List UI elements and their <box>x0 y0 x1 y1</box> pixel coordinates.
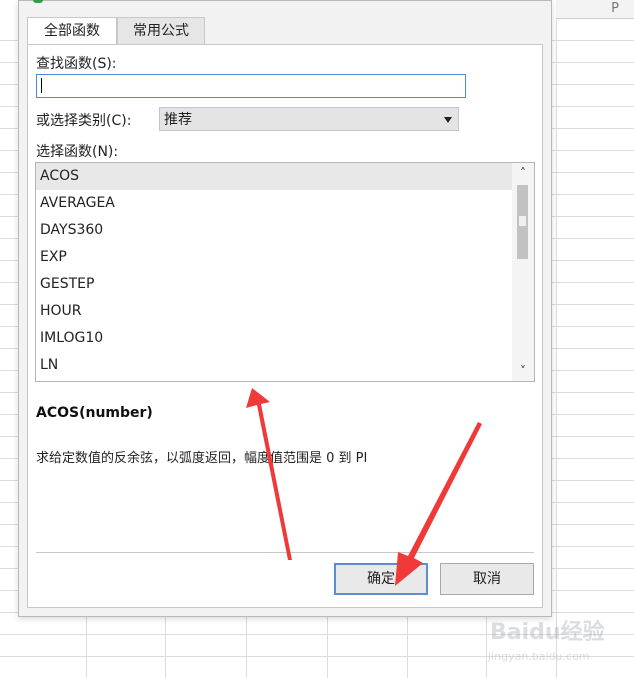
function-panel: 查找函数(S): 或选择类别(C): 推荐 选择函数(N): ACOS AVER… <box>27 44 543 608</box>
function-item-hour[interactable]: HOUR <box>36 298 512 325</box>
cancel-button[interactable]: 取消 <box>440 563 534 595</box>
tab-all-functions[interactable]: 全部函数 <box>27 17 117 46</box>
function-list-label: 选择函数(N): <box>36 144 119 160</box>
app-icon <box>33 0 43 3</box>
search-label: 查找函数(S): <box>36 56 117 72</box>
function-item-imlog10[interactable]: IMLOG10 <box>36 325 512 352</box>
function-item-gestep[interactable]: GESTEP <box>36 271 512 298</box>
category-select[interactable]: 推荐 <box>159 107 459 131</box>
tab-common-formulas[interactable]: 常用公式 <box>117 17 205 45</box>
function-item-averagea[interactable]: AVERAGEA <box>36 190 512 217</box>
column-letter: P <box>611 1 619 16</box>
function-item-acos[interactable]: ACOS <box>36 163 512 190</box>
scroll-thumb[interactable] <box>517 185 528 259</box>
dropdown-arrow-icon[interactable] <box>444 117 452 123</box>
watermark-url: jingyan.baidu.com <box>488 650 590 663</box>
function-signature: ACOS(number) <box>36 405 153 421</box>
category-selected-value: 推荐 <box>164 112 192 128</box>
function-description: 求给定数值的反余弦，以弧度返回，幅度值范围是 0 到 PI <box>36 451 368 466</box>
scroll-up-icon[interactable]: ˄ <box>512 163 534 183</box>
scroll-down-icon[interactable]: ˅ <box>512 361 534 381</box>
search-input[interactable] <box>36 74 466 98</box>
ok-button[interactable]: 确定 <box>334 563 428 595</box>
category-label: 或选择类别(C): <box>36 113 132 129</box>
watermark-logo: Baidu经验 <box>490 620 605 645</box>
text-caret <box>41 78 42 93</box>
function-item-exp[interactable]: EXP <box>36 244 512 271</box>
function-listbox[interactable]: ACOS AVERAGEA DAYS360 EXP GESTEP HOUR IM… <box>35 162 535 382</box>
list-scrollbar[interactable]: ˄ ˅ <box>512 163 534 381</box>
function-item-ln[interactable]: LN <box>36 352 512 379</box>
baidu-watermark: Baidu经验 jingyan.baidu.com <box>480 606 630 672</box>
insert-function-dialog: 全部函数 常用公式 查找函数(S): 或选择类别(C): 推荐 选择函数(N):… <box>18 0 552 617</box>
divider <box>36 552 534 553</box>
column-header-p[interactable]: P <box>556 0 634 19</box>
function-item-days360[interactable]: DAYS360 <box>36 217 512 244</box>
